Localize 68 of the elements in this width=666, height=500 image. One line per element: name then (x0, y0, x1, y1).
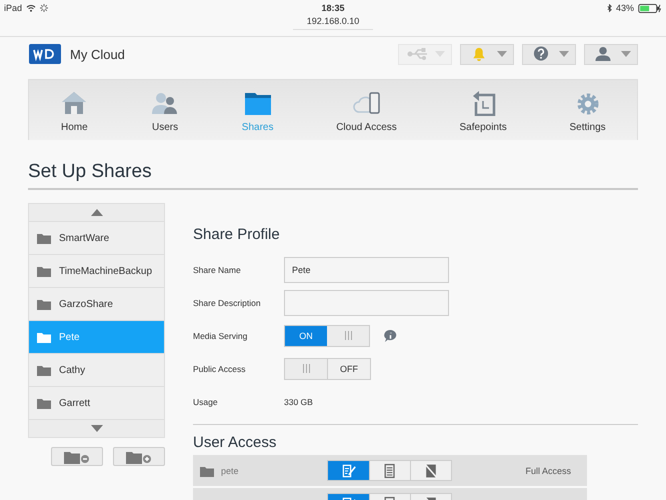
section-title: Share Profile (193, 226, 281, 243)
folder-icon (244, 90, 272, 116)
nav-tab[interactable]: Users (143, 80, 188, 140)
section-title: User Access (193, 434, 278, 451)
toggle-switch[interactable]: OFF (284, 358, 371, 380)
page-title: Set Up Shares (28, 161, 638, 190)
field-label: Share Name (193, 264, 242, 274)
share-list-item[interactable]: SmartWare (29, 221, 164, 254)
remove-share-button[interactable] (51, 447, 103, 466)
access-level-button[interactable] (328, 461, 369, 480)
nav-tab[interactable]: Home (52, 80, 96, 140)
folder-plus-icon (126, 450, 152, 464)
nav-tab[interactable]: Cloud Access (328, 80, 405, 140)
user-icon (593, 46, 613, 62)
user-name: pete (221, 466, 239, 476)
product-name: My Cloud (70, 46, 125, 62)
nav-tab[interactable]: Settings (562, 80, 614, 140)
cloud-phone-icon (352, 90, 380, 116)
bluetooth-icon (606, 4, 612, 12)
folder-icon (36, 297, 52, 311)
folder-icon (36, 330, 52, 344)
document-crossed-icon (423, 462, 439, 478)
folder-icon (36, 231, 52, 245)
toggle-switch[interactable]: ON (284, 324, 370, 346)
field-label: Media Serving (193, 330, 248, 340)
wifi-icon (26, 4, 36, 12)
share-list-item[interactable]: Garrett (29, 386, 164, 419)
caret-icon (497, 51, 507, 57)
house-icon (60, 90, 88, 116)
share-list-item[interactable]: GarzoShare (29, 287, 164, 320)
field-label: Usage (193, 396, 219, 406)
share-list-item[interactable]: Cathy (29, 353, 164, 386)
logo-icon (29, 44, 61, 64)
grip-icon (285, 358, 327, 378)
help-icon (531, 46, 551, 62)
access-level-button[interactable] (369, 461, 410, 480)
add-share-button[interactable] (113, 447, 165, 466)
access-level-text: Full Access (525, 466, 571, 476)
field-label: Share Description (193, 298, 262, 308)
usb-icon (407, 46, 427, 62)
caret-icon (559, 51, 569, 57)
usage-value: 330 GB (284, 396, 313, 406)
battery-percentage: 43% (616, 3, 634, 13)
header-dropdown-button[interactable] (522, 44, 576, 64)
header-dropdown-button[interactable] (460, 44, 514, 64)
folder-icon (36, 363, 52, 377)
nav-tab[interactable]: Safepoints (452, 80, 515, 140)
grip-icon (327, 326, 369, 346)
address-bar-url[interactable]: 192.168.0.10 (293, 15, 373, 30)
caret-icon (621, 51, 631, 57)
access-level-button[interactable] (410, 461, 451, 480)
header-dropdown-button[interactable] (584, 44, 638, 64)
folder-icon (36, 264, 52, 278)
text-field[interactable]: Pete (284, 256, 449, 282)
field-label: Public Access (193, 364, 246, 374)
triangle-up-icon (90, 209, 102, 216)
clock-time: 18:35 (321, 3, 345, 13)
users-icon (151, 90, 180, 116)
access-level-selector[interactable] (327, 460, 452, 481)
spinner-icon (40, 4, 48, 12)
folder-icon (36, 396, 52, 410)
battery-icon (638, 4, 662, 12)
text-field[interactable] (284, 290, 449, 316)
share-list-item[interactable]: TimeMachineBackup (29, 254, 164, 287)
edit-icon (340, 462, 356, 478)
folder-minus-icon (64, 450, 90, 464)
device-name: iPad (4, 3, 22, 13)
triangle-down-icon (90, 425, 102, 432)
